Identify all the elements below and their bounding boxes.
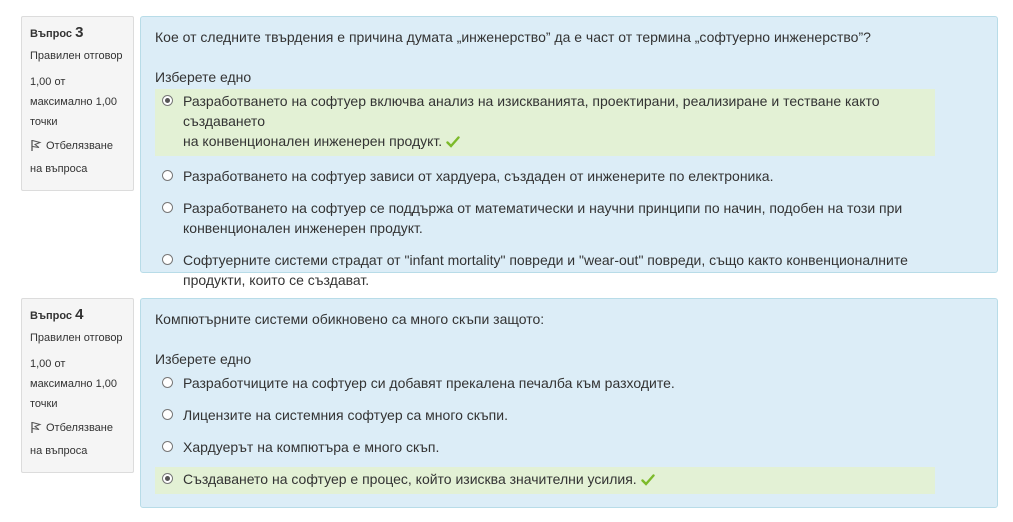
answer-text: Разработчиците на софтуер си добавят пре… bbox=[183, 375, 675, 391]
radio-button[interactable] bbox=[162, 202, 173, 213]
question-content: Кое от следните твърдения е причина дума… bbox=[140, 16, 998, 288]
answer-prompt: Изберете едно bbox=[155, 351, 252, 367]
question-label: Въпрос bbox=[30, 28, 73, 40]
answer-text: продукти, които се създават. bbox=[183, 272, 370, 288]
question-number: Въпрос 3 bbox=[30, 23, 127, 44]
flag-label[interactable]: Отбелязване bbox=[46, 422, 113, 434]
question-info-panel: Въпрос 3 Правилен отговор 1,00 от максим… bbox=[21, 16, 134, 191]
question-state: Правилен отговор bbox=[30, 332, 123, 344]
question-label: Въпрос bbox=[30, 310, 73, 322]
answer-text: Разработването на софтуер зависи от хард… bbox=[183, 168, 774, 184]
radio-button[interactable] bbox=[162, 254, 173, 265]
question-info-panel: Въпрос 4 Правилен отговор 1,00 от максим… bbox=[21, 298, 134, 473]
question-content: Компютърните системи обикновено са много… bbox=[140, 298, 998, 508]
flag-question-link[interactable]: Отбелязване на въпроса bbox=[30, 418, 127, 461]
question-number: Въпрос 4 bbox=[30, 305, 127, 326]
answer-prompt: Изберете едно bbox=[155, 69, 252, 85]
flag-icon[interactable] bbox=[30, 139, 42, 159]
check-icon bbox=[640, 472, 655, 492]
radio-button[interactable] bbox=[162, 441, 173, 452]
radio-button[interactable] bbox=[162, 409, 173, 420]
answer-text: Софтуерните системи страдат от "infant m… bbox=[183, 252, 908, 268]
question-number-value: 3 bbox=[75, 24, 84, 41]
flag-label[interactable]: на въпроса bbox=[30, 159, 127, 179]
question-text: Компютърните системи обикновено са много… bbox=[155, 311, 545, 327]
flag-label[interactable]: Отбелязване bbox=[46, 140, 113, 152]
answer-text: Разработването на софтуер се поддържа от… bbox=[183, 200, 903, 216]
grade-line: точки bbox=[30, 116, 58, 128]
answer-text: на конвенционален инженерен продукт. bbox=[183, 133, 443, 149]
answer-text: Разработването на софтуер включва анализ… bbox=[183, 93, 880, 129]
check-icon bbox=[446, 134, 460, 154]
answer-option[interactable]: Разработването на софтуер включва анализ… bbox=[155, 89, 935, 156]
flag-label[interactable]: на въпроса bbox=[30, 441, 127, 461]
answer-option[interactable]: Софтуерните системи страдат от "infant m… bbox=[155, 248, 935, 292]
radio-button[interactable] bbox=[162, 473, 173, 484]
grade-line: максимално 1,00 bbox=[30, 96, 118, 108]
answer-text: конвенционален инженерен продукт. bbox=[183, 220, 423, 236]
answer-text: Хардуерът на компютъра е много скъп. bbox=[183, 439, 440, 455]
answer-option[interactable]: Хардуерът на компютъра е много скъп. bbox=[155, 435, 935, 459]
grade-line: 1,00 от bbox=[30, 76, 66, 88]
flag-icon[interactable] bbox=[30, 421, 42, 441]
question-grade: 1,00 от максимално 1,00 точки bbox=[30, 354, 127, 414]
grade-line: максимално 1,00 bbox=[30, 378, 118, 390]
answer-option[interactable]: Разработването на софтуер зависи от хард… bbox=[155, 164, 935, 188]
radio-button[interactable] bbox=[162, 377, 173, 388]
grade-line: 1,00 от bbox=[30, 358, 66, 370]
answer-option[interactable]: Създаването на софтуер е процес, който и… bbox=[155, 467, 935, 494]
question-grade: 1,00 от максимално 1,00 точки bbox=[30, 72, 127, 132]
answer-option[interactable]: Разработчиците на софтуер си добавят пре… bbox=[155, 371, 935, 395]
question-text: Кое от следните твърдения е причина дума… bbox=[155, 29, 871, 45]
radio-button[interactable] bbox=[162, 170, 173, 181]
answer-text: Лицензите на системния софтуер са много … bbox=[183, 407, 508, 423]
answer-option[interactable]: Лицензите на системния софтуер са много … bbox=[155, 403, 935, 427]
answer-text: Създаването на софтуер е процес, който и… bbox=[183, 471, 637, 487]
flag-question-link[interactable]: Отбелязване на въпроса bbox=[30, 136, 127, 179]
answer-option[interactable]: Разработването на софтуер се поддържа от… bbox=[155, 196, 935, 240]
question-number-value: 4 bbox=[75, 306, 84, 323]
question-state: Правилен отговор bbox=[30, 50, 123, 62]
grade-line: точки bbox=[30, 398, 58, 410]
radio-button[interactable] bbox=[162, 95, 173, 106]
